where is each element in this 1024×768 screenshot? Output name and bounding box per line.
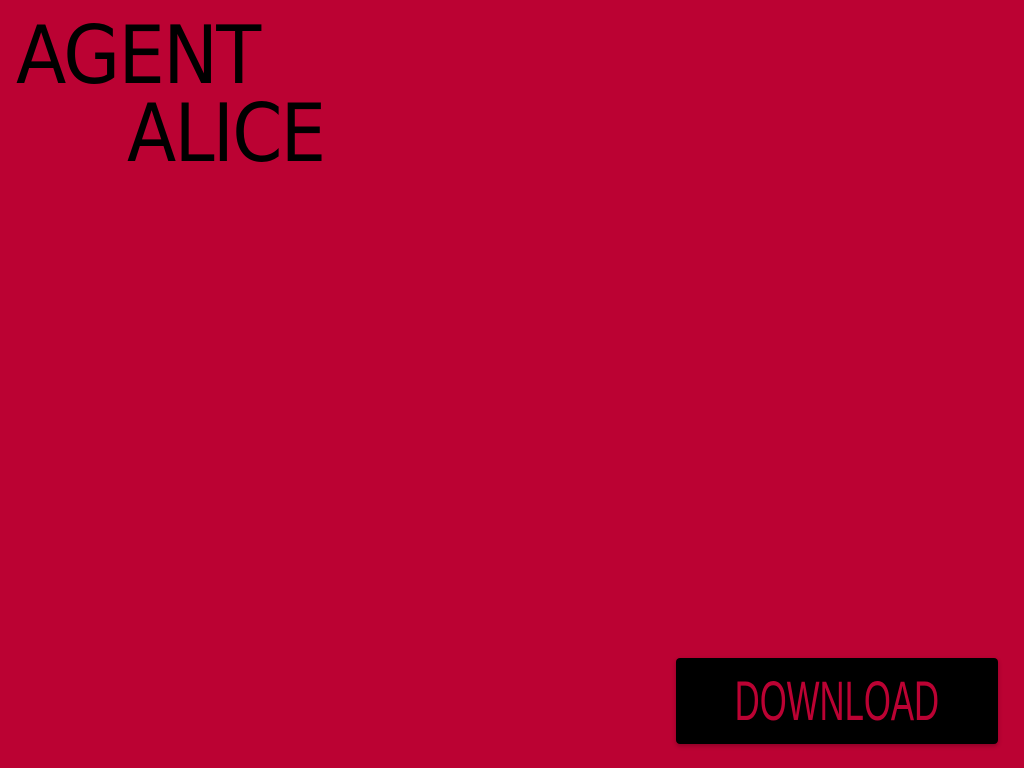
app-logo: AGENT ALICE xyxy=(16,9,356,174)
logo-word-alice: ALICE xyxy=(127,87,326,180)
logo-word-agent: AGENT xyxy=(16,9,261,102)
app-screen: { "colors": { "background": "#bb0233", "… xyxy=(0,0,1024,768)
download-button[interactable]: DOWNLOAD xyxy=(676,658,998,744)
download-button-label: DOWNLOAD xyxy=(734,669,940,732)
